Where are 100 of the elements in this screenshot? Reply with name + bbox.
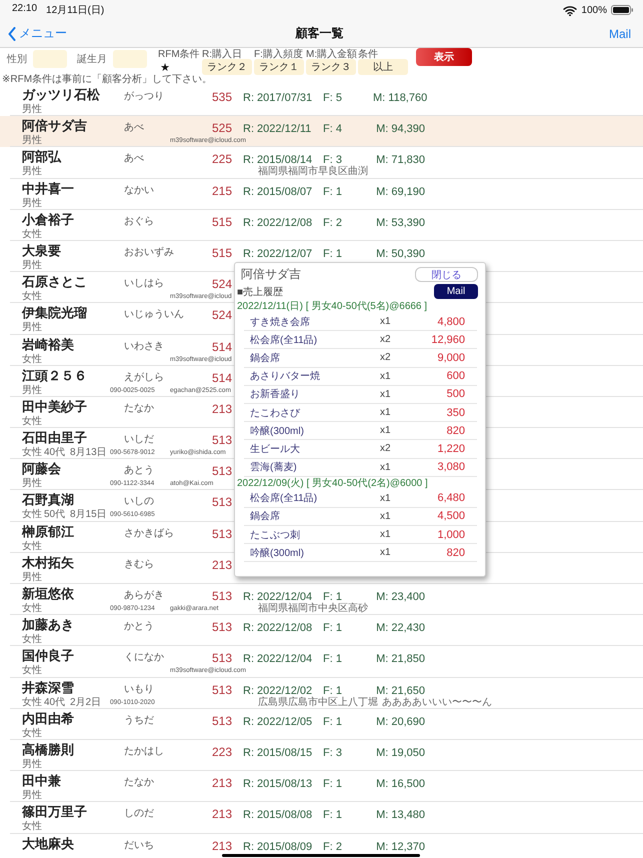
rank-chip[interactable]: ランク３ <box>306 59 356 75</box>
rfm-score: 513 <box>210 714 232 728</box>
monetary-value: M: 16,500 <box>375 778 425 790</box>
rfm-score: 213 <box>210 807 232 822</box>
back-button[interactable]: メニュー <box>8 25 67 42</box>
name-reading: がっつり <box>124 90 165 104</box>
name-reading: しのだ <box>124 807 155 822</box>
frequency-value: F: 3 <box>323 154 342 166</box>
frequency-value: F: 1 <box>323 186 343 198</box>
frequency-value: F: 1 <box>323 591 343 603</box>
item-quantity: x2 <box>380 334 392 346</box>
customer-birthday: 8月13日 <box>70 447 107 460</box>
frequency-value: F: 1 <box>323 809 343 822</box>
rfm-score: 213 <box>210 558 232 572</box>
name-reading: おぐら <box>124 214 155 229</box>
recency-value: R: 2022/12/08 <box>243 622 314 634</box>
customer-gender: 女性 <box>22 728 42 740</box>
customer-name: 内田由希 <box>22 710 75 728</box>
name-reading: きむら <box>124 558 155 572</box>
monetary-value: M: 21,650 <box>375 684 425 697</box>
frequency-value: F: 2 <box>323 840 343 852</box>
customer-name: 田中美紗子 <box>22 398 88 416</box>
customer-gender: 男性 <box>22 322 42 334</box>
item-name: 吟醸(300ml) <box>250 424 305 438</box>
customer-name: 阿部弘 <box>22 148 62 166</box>
show-button[interactable]: 表示 <box>416 48 472 66</box>
customer-name: ガッツリ石松 <box>22 86 101 104</box>
rfm-score: 513 <box>210 526 232 541</box>
customer-name: 大地麻央 <box>22 834 75 852</box>
customer-name: 阿倍サダ吉 <box>22 117 88 134</box>
mail-button[interactable]: Mail <box>434 284 478 299</box>
customer-age: 40代 <box>44 447 66 460</box>
input-field[interactable] <box>33 50 67 68</box>
name-reading: たかはし <box>124 744 165 759</box>
item-quantity: x1 <box>380 316 392 328</box>
recency-value: R: 2017/07/31 <box>243 92 314 104</box>
customer-gender: 男性 <box>22 384 42 397</box>
recency-value: R: 2022/12/04 <box>243 591 312 603</box>
item-price: 4,800 <box>436 316 465 328</box>
customer-gender: 女性 <box>22 291 42 304</box>
name-reading: あべ <box>124 152 145 166</box>
customer-memo: ああああいいい〜〜〜ん <box>382 696 492 709</box>
item-price: 600 <box>446 370 465 382</box>
condition-label: 条件 <box>358 48 379 60</box>
item-quantity: x1 <box>380 492 392 504</box>
customer-name: 田中兼 <box>22 772 62 790</box>
condition-label: M:購入金額 <box>306 48 358 60</box>
rank-chip[interactable]: ランク１ <box>254 59 304 75</box>
monetary-value: M: 94,390 <box>375 123 425 136</box>
status-date: 12月11日(日) <box>46 4 104 17</box>
monetary-value: M: 19,050 <box>375 746 425 759</box>
frequency-value: F: 1 <box>323 716 343 728</box>
item-name: 生ビール大 <box>250 442 301 456</box>
recency-value: R: 2015/08/15 <box>243 746 314 759</box>
name-reading: なかい <box>124 184 155 198</box>
name-reading: えがしら <box>124 370 165 385</box>
customer-gender: 女性 <box>22 416 42 428</box>
back-chevron-icon <box>8 26 16 40</box>
status-time: 22:10 <box>12 3 38 16</box>
rfm-score: 535 <box>210 90 232 104</box>
mail-button[interactable]: Mail <box>608 26 631 40</box>
rank-chip[interactable]: ランク２ <box>202 59 252 75</box>
rank-chip[interactable]: 以上 <box>358 59 408 75</box>
recency-value: R: 2015/08/13 <box>243 778 314 790</box>
star-icon: ★ <box>158 60 172 74</box>
customer-name: 石野真湖 <box>22 491 75 508</box>
home-indicator[interactable] <box>222 854 420 857</box>
customer-name: 小倉裕子 <box>22 210 75 228</box>
monetary-value: M: 69,190 <box>375 186 425 198</box>
customer-name: 阿藤会 <box>22 460 62 478</box>
frequency-value: F: 1 <box>323 653 343 666</box>
field-label: 性別 <box>7 52 27 66</box>
customer-gender: 女性 <box>22 634 42 646</box>
item-name: あさりバター焼 <box>250 370 321 384</box>
rfm-score: 213 <box>210 776 232 790</box>
item-quantity: x1 <box>380 510 392 522</box>
close-button[interactable]: 閉じる <box>415 266 478 282</box>
item-quantity: x1 <box>380 370 392 382</box>
rfm-score: 513 <box>210 682 232 697</box>
frequency-value: F: 1 <box>323 622 343 634</box>
customer-gender: 女性 <box>22 354 42 366</box>
recency-value: R: 2022/12/04 <box>243 653 314 666</box>
customer-gender: 男性 <box>22 166 42 178</box>
item-quantity: x1 <box>380 547 392 558</box>
rfm-score: 525 <box>210 121 232 136</box>
name-reading: くになか <box>124 651 165 666</box>
item-price: 4,500 <box>436 510 465 522</box>
input-field[interactable] <box>113 50 147 68</box>
rfm-score: 513 <box>210 589 232 603</box>
rfm-score: 513 <box>210 433 232 448</box>
item-price: 3,080 <box>436 461 465 474</box>
name-reading: いしの <box>124 495 155 510</box>
item-name: 鍋会席 <box>250 510 281 524</box>
rfm-score: 515 <box>210 246 232 260</box>
customer-name: 木村拓矢 <box>22 554 75 572</box>
monetary-value: M: 13,480 <box>375 809 425 822</box>
frequency-value: F: 2 <box>323 216 343 229</box>
customer-name: 江頭２５６ <box>22 366 88 384</box>
item-quantity: x1 <box>380 425 392 436</box>
item-price: 350 <box>446 406 465 419</box>
